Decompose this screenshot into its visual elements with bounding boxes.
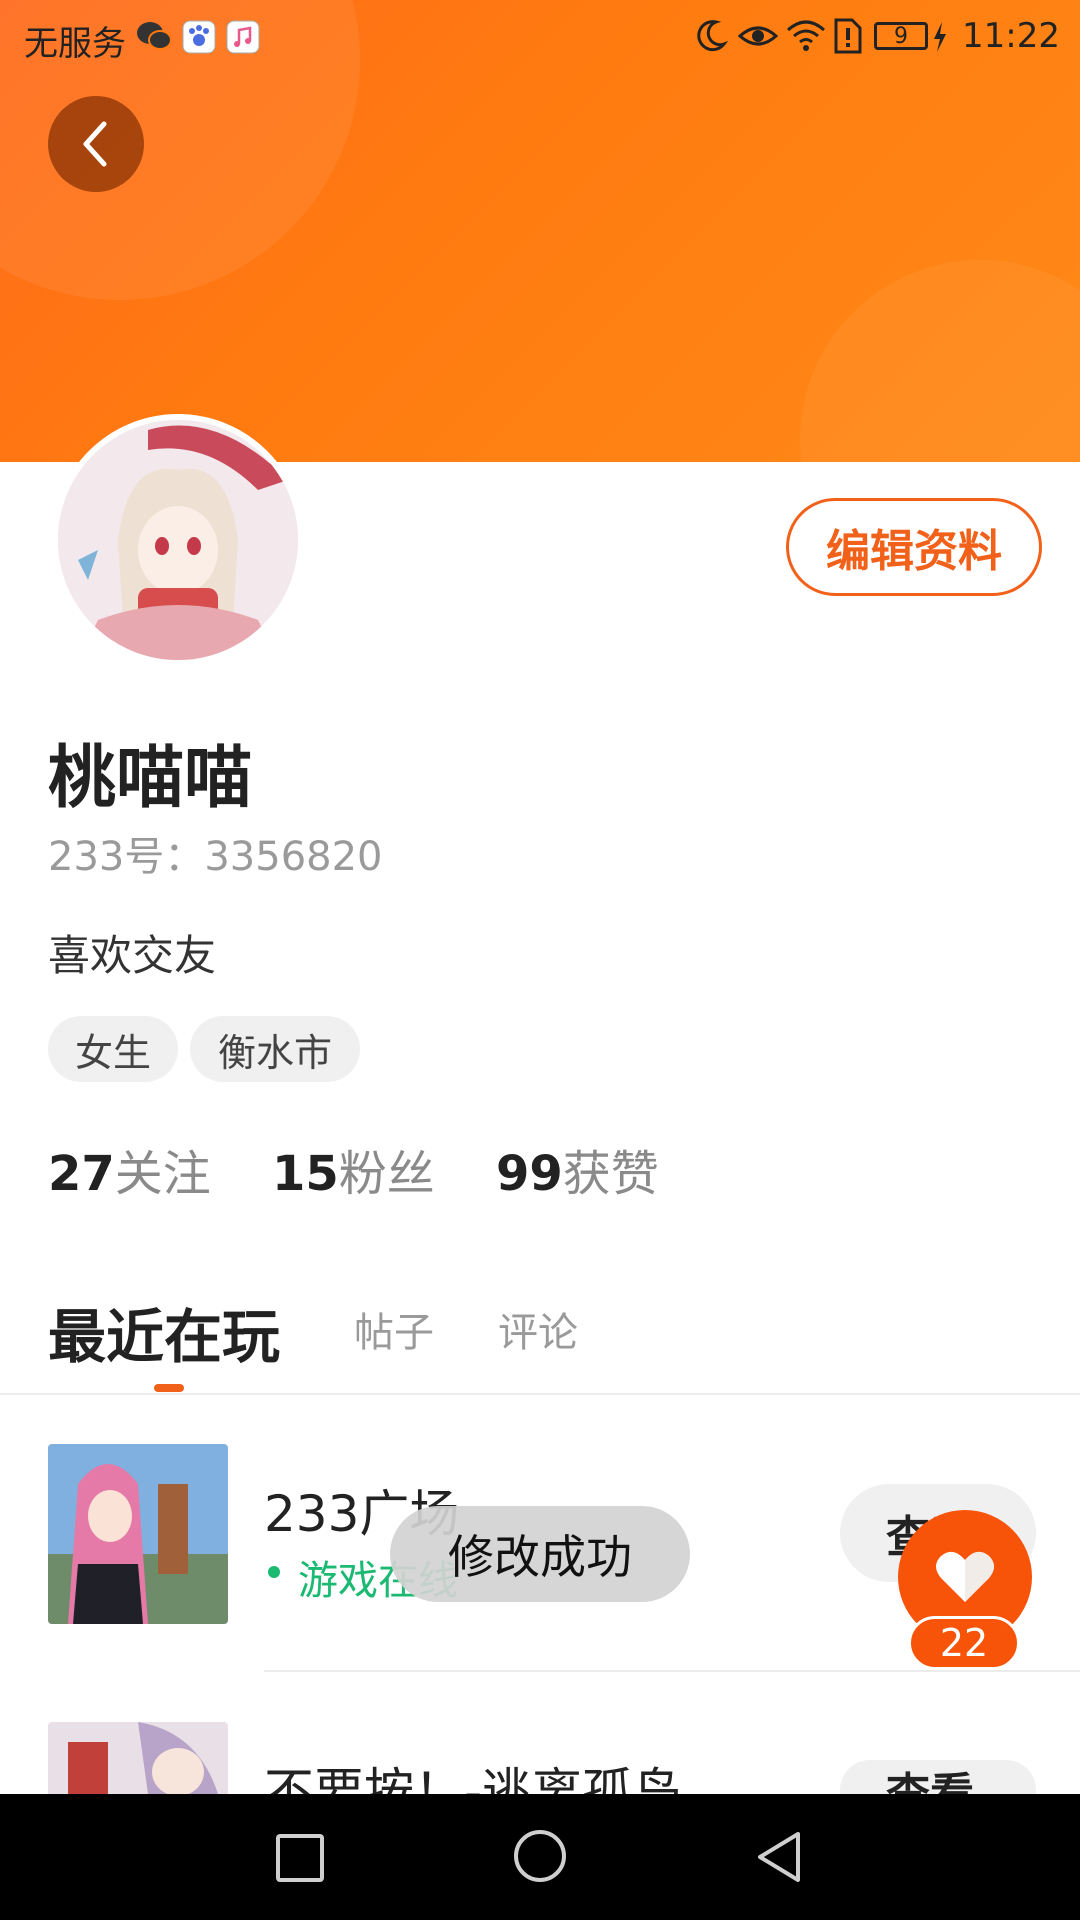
stat-followers[interactable]: 15粉丝 <box>272 1134 435 1204</box>
carrier-status: 无服务 <box>24 24 126 64</box>
battery-icon: 9 <box>874 22 928 50</box>
row-divider <box>264 1670 1080 1672</box>
tag-gender: 女生 <box>48 1016 178 1082</box>
triangle-back-icon <box>758 1832 800 1882</box>
game-thumbnail[interactable] <box>48 1722 228 1794</box>
clock: 11:22 <box>962 16 1060 56</box>
wifi-icon <box>786 18 826 56</box>
stat-following-label: 关注 <box>114 1146 211 1202</box>
game-thumbnail[interactable] <box>48 1444 228 1624</box>
back-nav-button[interactable] <box>754 1830 804 1888</box>
edit-profile-button[interactable]: 编辑资料 <box>786 498 1042 596</box>
online-dot <box>268 1566 280 1578</box>
chevron-left-icon <box>83 121 107 167</box>
battery-level: 9 <box>894 23 908 49</box>
account-id: 233号：3356820 <box>48 834 383 880</box>
stat-following[interactable]: 27关注 <box>48 1134 211 1204</box>
stat-followers-count: 15 <box>272 1146 339 1202</box>
recent-apps-button[interactable] <box>276 1834 324 1882</box>
tab-comments[interactable]: 评论 <box>498 1300 578 1358</box>
home-button[interactable] <box>514 1830 566 1882</box>
profile-header-banner <box>0 0 1080 462</box>
tabs-divider <box>0 1393 1080 1395</box>
nickname: 桃喵喵 <box>48 739 253 818</box>
stat-following-count: 27 <box>48 1146 115 1202</box>
tab-posts[interactable]: 帖子 <box>354 1300 434 1358</box>
tag-city: 衡水市 <box>190 1016 360 1082</box>
stat-likes-count: 99 <box>496 1146 563 1202</box>
stat-followers-label: 粉丝 <box>338 1146 435 1202</box>
moon-icon <box>692 18 729 58</box>
back-button[interactable] <box>48 96 144 192</box>
avatar[interactable] <box>52 414 304 666</box>
heart-icon <box>936 1551 994 1602</box>
stat-likes-label: 获赞 <box>562 1146 659 1202</box>
charging-icon <box>932 22 948 56</box>
baidu-icon <box>182 20 216 58</box>
eye-icon <box>737 20 779 56</box>
stat-likes[interactable]: 99获赞 <box>496 1134 659 1204</box>
toast-message: 修改成功 <box>390 1506 690 1602</box>
like-count-badge: 22 <box>908 1616 1020 1670</box>
tab-indicator <box>154 1384 184 1392</box>
sim-alert-icon <box>834 18 862 58</box>
bio: 喜欢交友 <box>48 931 217 980</box>
tab-recently-played[interactable]: 最近在玩 <box>48 1290 280 1374</box>
music-icon <box>226 20 260 58</box>
wechat-icon <box>136 20 172 56</box>
